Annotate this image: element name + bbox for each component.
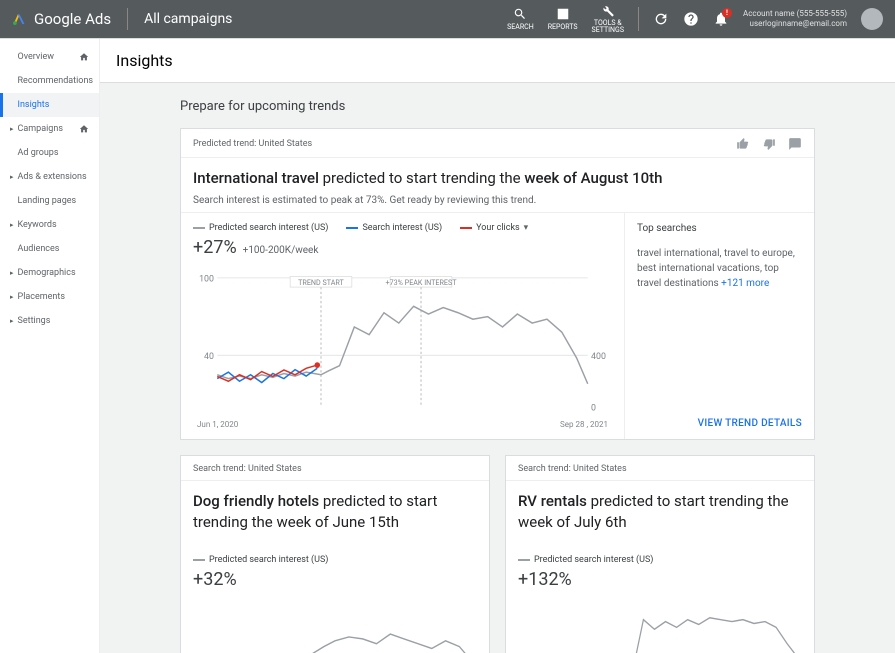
svg-text:40: 40 [204,352,214,362]
google-ads-icon [12,12,26,26]
sidebar-item-recommendations[interactable]: ▸Recommendations [0,69,99,93]
help-icon[interactable] [683,11,699,27]
card-b-title: Dog friendly hotels predicted to start t… [193,491,477,533]
pct-b: +32% [193,569,237,590]
card-main-title: International travel predicted to start … [193,168,802,189]
header-scope-title[interactable]: All campaigns [144,11,232,27]
tools-settings-tool[interactable]: Tools & Settings [592,4,624,34]
header-tools: Search Reports Tools & Settings ! Accoun… [507,4,883,34]
sidebar-item-ads-extensions[interactable]: ▸ Ads & extensions [0,165,99,189]
caret-icon: ▸ [10,125,14,133]
legend-predicted: Predicted search interest (US) [193,223,328,233]
sidebar-item-settings[interactable]: ▸ Settings [0,309,99,333]
sidebar-item-label: Campaigns [18,124,79,134]
sidebar-item-label: Audiences [18,244,89,254]
chart-rv-rentals [518,596,802,653]
sidebar-item-overview[interactable]: ▸Overview [0,45,99,69]
home-icon [79,124,89,134]
caret-icon: ▸ [10,317,14,325]
sidebar-item-label: Placements [18,292,89,302]
sidebar-item-campaigns[interactable]: ▸ Campaigns [0,117,99,141]
refresh-icon[interactable] [653,11,669,27]
pct-sub-main: +100-200K/week [243,245,319,256]
sidebar-item-ad-groups[interactable]: ▸Ad groups [0,141,99,165]
card-tag: Search trend: United States [193,464,302,474]
search-icon [513,7,527,21]
legend-predicted: Predicted search interest (US) [518,555,653,565]
trend-card-rv-rentals: Search trend: United States RV rentals p… [505,455,815,653]
legend-clicks[interactable]: Your clicks ▾ [460,223,528,233]
top-searches-more-link[interactable]: +121 more [721,278,769,289]
card-main-subtitle: Search interest is estimated to peak at … [193,195,802,206]
caret-icon: ▸ [10,221,14,229]
reports-tool[interactable]: Reports [548,7,578,31]
svg-text:0: 0 [591,403,596,413]
trend-card-main: Predicted trend: United States Internati… [180,128,815,440]
pct-main: +27% [193,237,237,258]
home-icon [79,52,89,62]
pct-c: +132% [518,569,572,590]
section-title: Prepare for upcoming trends [180,99,815,114]
card-tag: Predicted trend: United States [193,139,312,149]
sidebar-item-keywords[interactable]: ▸ Keywords [0,213,99,237]
wrench-icon [601,4,615,18]
product-name: Google Ads [34,10,111,28]
feedback-controls [736,137,802,151]
logo[interactable]: Google Ads [12,10,111,28]
sidebar: ▸Overview▸Recommendations▸Insights▸Campa… [0,39,100,653]
svg-text:400: 400 [591,352,606,362]
svg-text:+73% PEAK INTEREST: +73% PEAK INTEREST [386,278,458,287]
app-header: Google Ads All campaigns Search Reports … [0,0,895,38]
account-info[interactable]: Account name (555-555-555) userloginname… [743,9,847,30]
x-end: Sep 28 , 2021 [560,420,608,429]
avatar[interactable] [861,8,883,30]
x-start: Jun 1, 2020 [197,420,238,429]
svg-text:100: 100 [199,274,214,284]
top-searches-panel: Top searches travel international, trave… [624,213,814,439]
legend-search: Search interest (US) [346,223,442,233]
main-content: Insights Prepare for upcoming trends Pre… [100,39,895,653]
sidebar-item-audiences[interactable]: ▸Audiences [0,237,99,261]
trend-card-dog-hotels: Search trend: United States Dog friendly… [180,455,490,653]
chart-area-main: Predicted search interest (US) Search in… [181,213,624,439]
sidebar-item-label: Insights [18,100,89,110]
header-divider [127,8,128,30]
sidebar-item-label: Settings [18,316,89,326]
search-tool[interactable]: Search [507,7,534,31]
sidebar-item-label: Overview [18,52,79,62]
sidebar-item-label: Keywords [18,220,89,230]
caret-icon: ▸ [10,269,14,277]
sidebar-item-label: Ads & extensions [18,172,89,182]
card-c-title: RV rentals predicted to start trending t… [518,491,802,533]
sidebar-item-landing-pages[interactable]: ▸Landing pages [0,189,99,213]
caret-icon: ▸ [10,293,14,301]
svg-text:TREND START: TREND START [298,278,344,287]
page-title: Insights [100,39,895,83]
chart-dog-hotels [193,596,477,653]
sidebar-item-demographics[interactable]: ▸ Demographics [0,261,99,285]
view-trend-details-main[interactable]: View trend details [625,408,814,439]
top-searches-text: travel international, travel to europe, … [637,246,802,291]
sidebar-item-label: Landing pages [18,196,89,206]
sidebar-item-label: Ad groups [18,148,89,158]
sidebar-item-label: Recommendations [18,76,94,86]
alert-badge: ! [722,8,732,18]
card-tag: Search trend: United States [518,464,627,474]
reports-icon [556,7,570,21]
comment-icon[interactable] [788,137,802,151]
thumbs-down-icon[interactable] [762,137,776,151]
sidebar-item-insights[interactable]: ▸Insights [0,93,99,117]
sidebar-item-placements[interactable]: ▸ Placements [0,285,99,309]
tools-divider [638,7,639,31]
thumbs-up-icon[interactable] [736,137,750,151]
top-searches-title: Top searches [637,223,802,234]
sidebar-item-label: Demographics [18,268,89,278]
legend-predicted: Predicted search interest (US) [193,555,328,565]
notifications-icon[interactable]: ! [713,11,729,27]
chart-main: 100 40 400 0 TREND START +73% PEAK INTEREST [193,264,612,414]
caret-icon: ▸ [10,173,14,181]
